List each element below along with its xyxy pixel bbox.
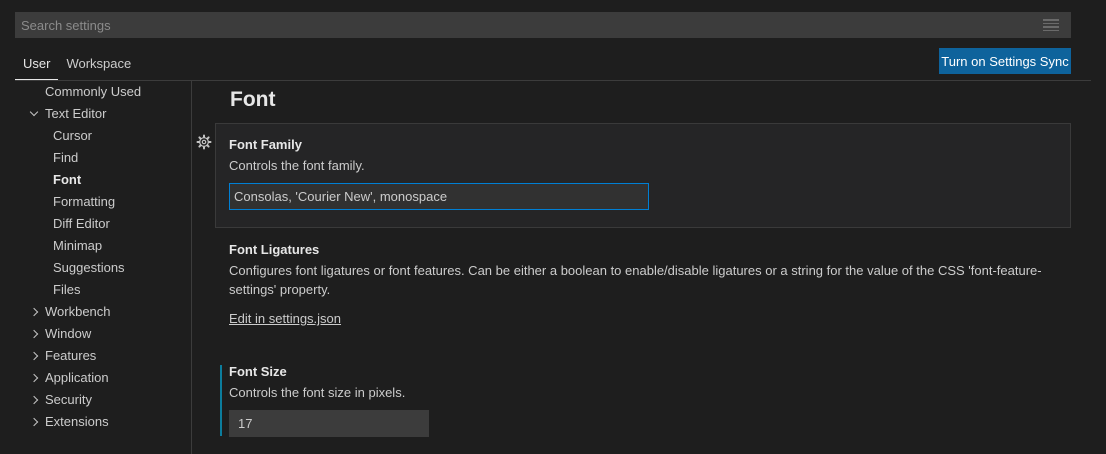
toc-item-window[interactable]: Window bbox=[29, 323, 91, 345]
gear-icon[interactable] bbox=[196, 134, 212, 150]
modified-indicator bbox=[220, 365, 222, 436]
chevron-right-icon bbox=[29, 345, 41, 367]
chevron-right-icon bbox=[29, 367, 41, 389]
toc-item-text-editor[interactable]: Text Editor bbox=[29, 103, 106, 125]
chevron-right-icon bbox=[29, 411, 41, 433]
toc-item-commonly-used[interactable]: Commonly Used bbox=[45, 81, 141, 103]
chevron-right-icon bbox=[29, 323, 41, 345]
font-size-description: Controls the font size in pixels. bbox=[229, 385, 406, 400]
toc-item-application[interactable]: Application bbox=[29, 367, 109, 389]
toc-item-label: Security bbox=[45, 392, 92, 407]
search-input[interactable] bbox=[21, 17, 1043, 33]
font-size-title: Font Size bbox=[229, 364, 287, 379]
font-ligatures-description: Configures font ligatures or font featur… bbox=[229, 261, 1071, 299]
toc-item-label: Extensions bbox=[45, 414, 109, 429]
font-ligatures-title: Font Ligatures bbox=[229, 242, 320, 257]
font-family-title: Font Family bbox=[229, 137, 302, 152]
toc-item-label: Window bbox=[45, 326, 92, 341]
filter-icon[interactable] bbox=[1043, 19, 1059, 31]
toc-item-diff-editor[interactable]: Diff Editor bbox=[53, 213, 110, 235]
toc-item-cursor[interactable]: Cursor bbox=[53, 125, 92, 147]
toc-item-formatting[interactable]: Formatting bbox=[53, 191, 115, 213]
font-ligatures-description-line: settings' property. bbox=[229, 282, 331, 297]
font-family-description: Controls the font family. bbox=[229, 158, 365, 173]
toc-item-extensions[interactable]: Extensions bbox=[29, 411, 109, 433]
toc-item-font[interactable]: Font bbox=[53, 169, 81, 191]
chevron-right-icon bbox=[29, 389, 41, 411]
chevron-right-icon bbox=[29, 301, 41, 323]
toc-item-label: Features bbox=[45, 348, 97, 363]
toc-item-label: Application bbox=[45, 370, 109, 385]
toc-item-minimap[interactable]: Minimap bbox=[53, 235, 102, 257]
font-ligatures-description-line: Configures font ligatures or font featur… bbox=[229, 263, 1042, 278]
toc-item-find[interactable]: Find bbox=[53, 147, 78, 169]
scope-tabs: User Workspace bbox=[15, 50, 139, 80]
font-size-input[interactable] bbox=[229, 410, 429, 437]
toc-item-suggestions[interactable]: Suggestions bbox=[53, 257, 125, 279]
toc-item-files[interactable]: Files bbox=[53, 279, 80, 301]
edit-in-settings-json-link[interactable]: Edit in settings.json bbox=[229, 311, 341, 326]
toc-item-label: Workbench bbox=[45, 304, 111, 319]
toc-divider bbox=[191, 81, 192, 454]
section-title: Font bbox=[230, 88, 276, 111]
search-bar bbox=[15, 12, 1071, 38]
chevron-down-icon bbox=[29, 103, 41, 125]
toc-item-features[interactable]: Features bbox=[29, 345, 96, 367]
tab-user[interactable]: User bbox=[15, 50, 59, 80]
toc-item-security[interactable]: Security bbox=[29, 389, 92, 411]
settings-toc: Commonly Used Text Editor Cursor Find Fo… bbox=[15, 81, 191, 454]
toc-item-workbench[interactable]: Workbench bbox=[29, 301, 111, 323]
setting-font-family bbox=[215, 123, 1071, 228]
font-family-input[interactable] bbox=[229, 183, 649, 210]
tab-workspace[interactable]: Workspace bbox=[58, 50, 139, 80]
toc-item-label: Text Editor bbox=[45, 106, 107, 121]
settings-sync-button[interactable]: Turn on Settings Sync bbox=[939, 48, 1071, 74]
